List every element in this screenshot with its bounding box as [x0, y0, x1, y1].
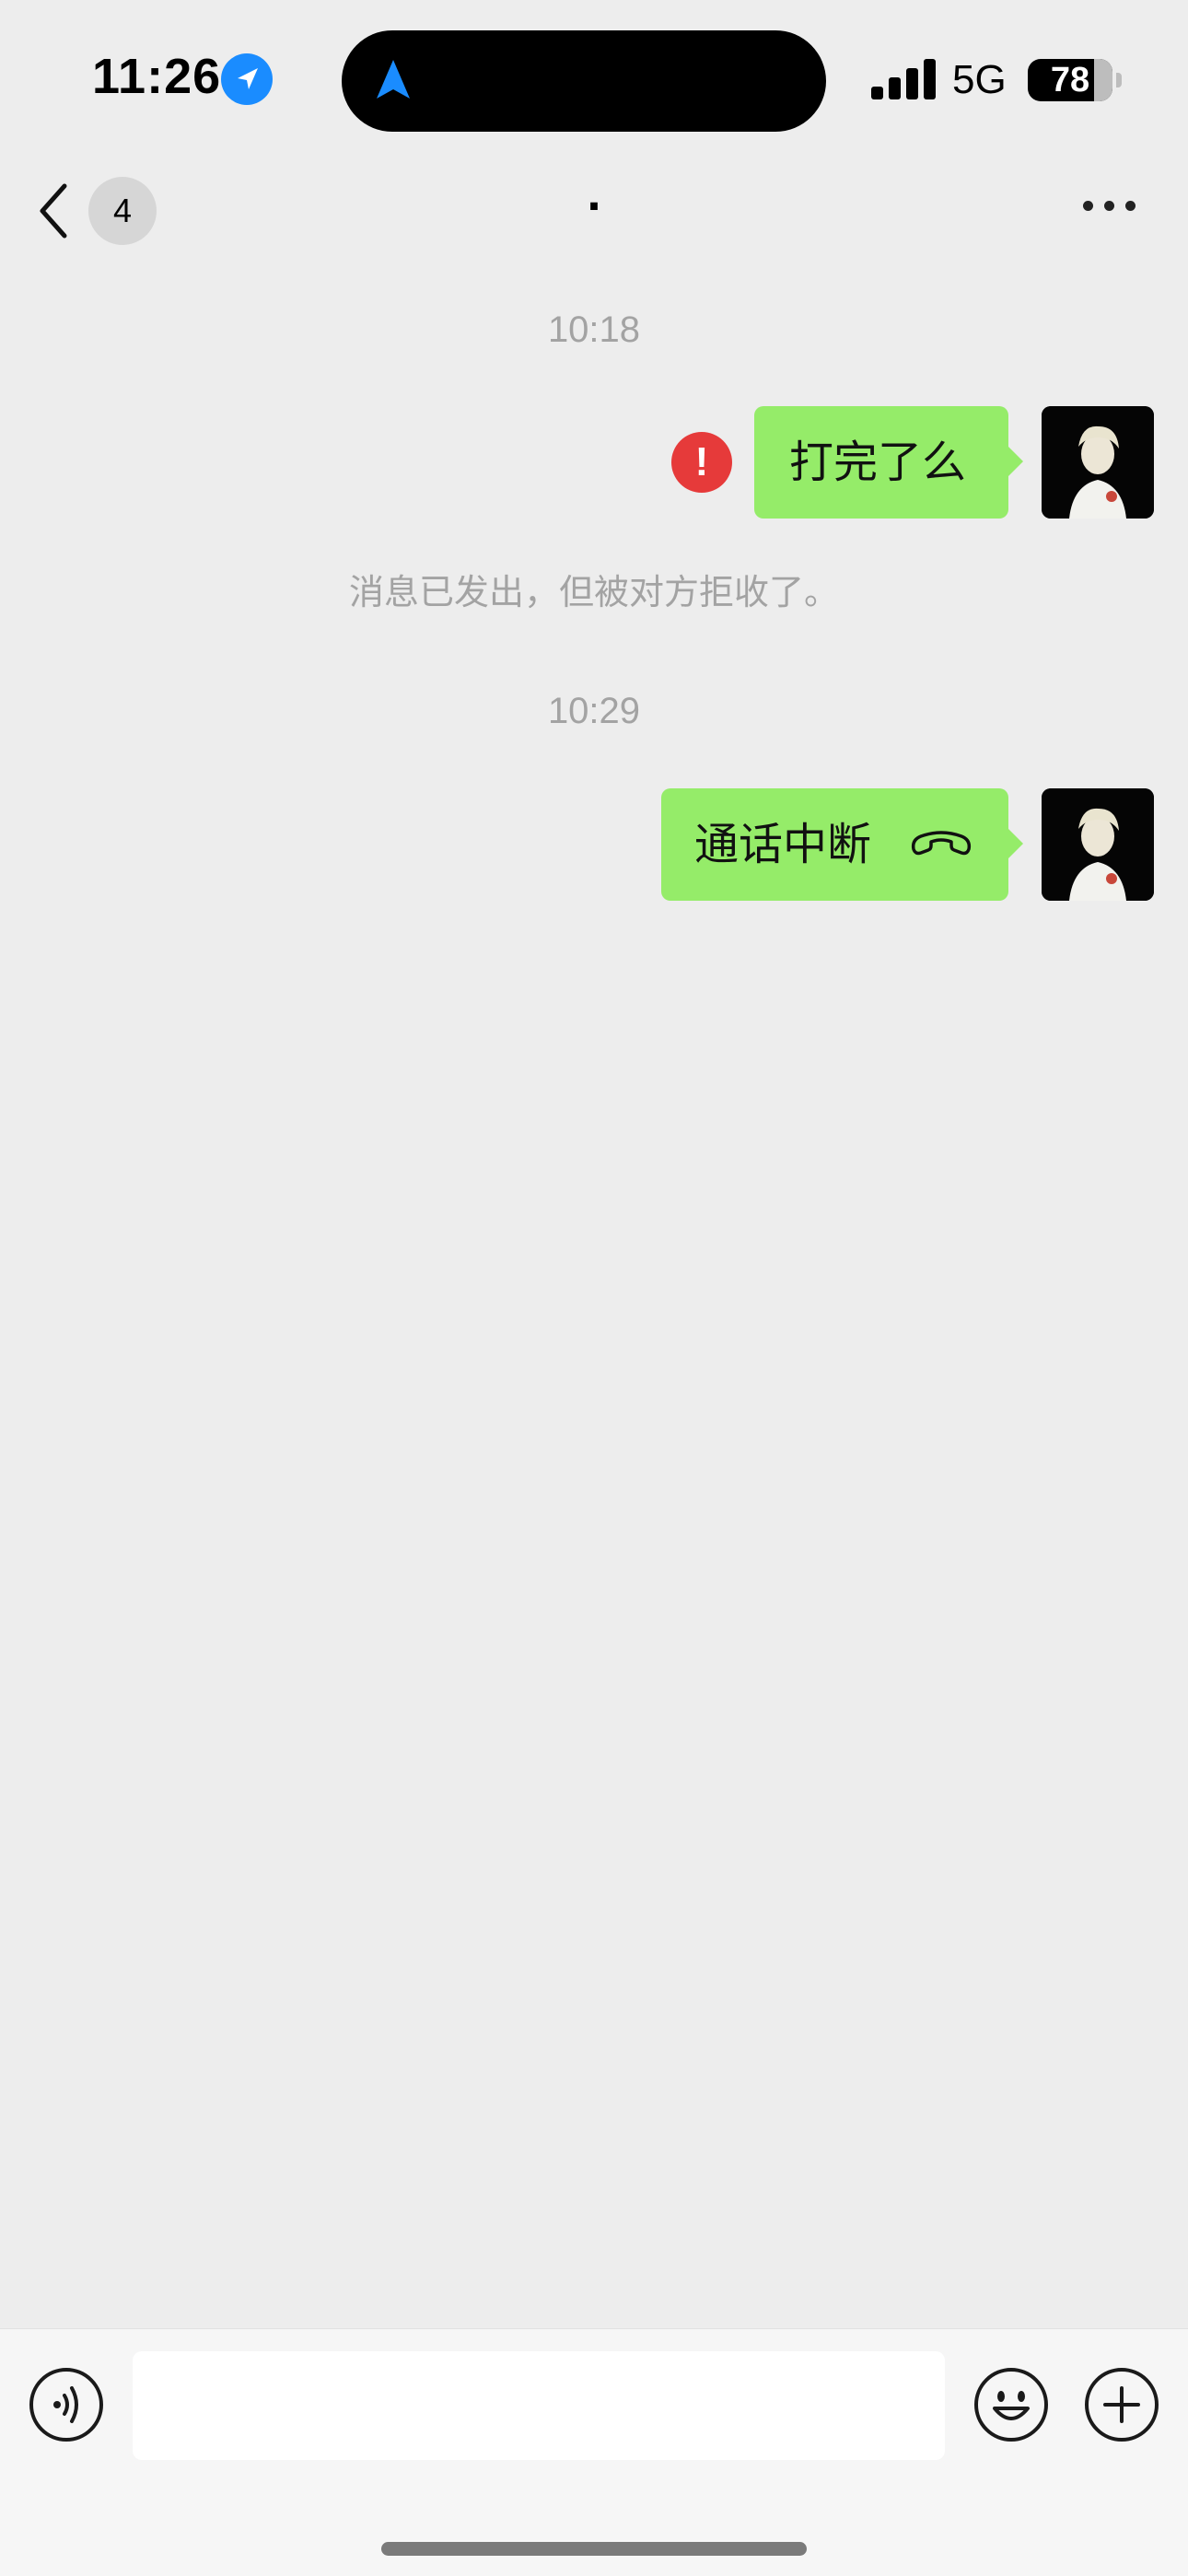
chat-title: .: [586, 173, 602, 220]
call-status-text: 通话中断: [694, 819, 872, 870]
cellular-signal-icon: [871, 59, 936, 99]
voice-input-button[interactable]: [29, 2368, 103, 2442]
rejected-notice: 消息已发出，但被对方拒收了。: [348, 572, 839, 612]
message-input[interactable]: [133, 2351, 945, 2460]
call-message-bubble[interactable]: 通话中断: [661, 788, 1023, 901]
network-type: 5G: [952, 57, 1007, 102]
message-text: 打完了么: [789, 437, 967, 488]
chat-nav-bar: 4 .: [0, 157, 1188, 262]
input-bar: [0, 2328, 1188, 2576]
message-bubble-outgoing[interactable]: 打完了么: [754, 406, 1023, 519]
send-failed-icon[interactable]: !: [671, 432, 732, 493]
message-timestamp: 10:18: [547, 309, 641, 350]
battery-cap: [1116, 73, 1122, 87]
phone-hangup-icon: [911, 831, 972, 856]
battery-level: 78: [1050, 61, 1090, 99]
avatar[interactable]: [1042, 788, 1154, 901]
home-indicator[interactable]: [381, 2542, 807, 2556]
avatar[interactable]: [1042, 406, 1154, 519]
voice-icon: [53, 2386, 78, 2423]
location-services-icon: [221, 53, 273, 105]
message-timestamp: 10:29: [547, 691, 641, 731]
emoji-button[interactable]: [974, 2368, 1048, 2442]
status-bar: 11:26 5G 78: [0, 0, 1188, 147]
more-options-button[interactable]: [1077, 190, 1142, 227]
plus-icon: [1103, 2386, 1140, 2423]
smiley-icon: [993, 2391, 1030, 2420]
dynamic-island[interactable]: [342, 30, 826, 132]
status-time: 11:26: [92, 49, 222, 104]
navigation-arrow-icon: [377, 60, 410, 99]
more-actions-button[interactable]: [1085, 2368, 1159, 2442]
battery-icon: 78: [1028, 59, 1112, 101]
